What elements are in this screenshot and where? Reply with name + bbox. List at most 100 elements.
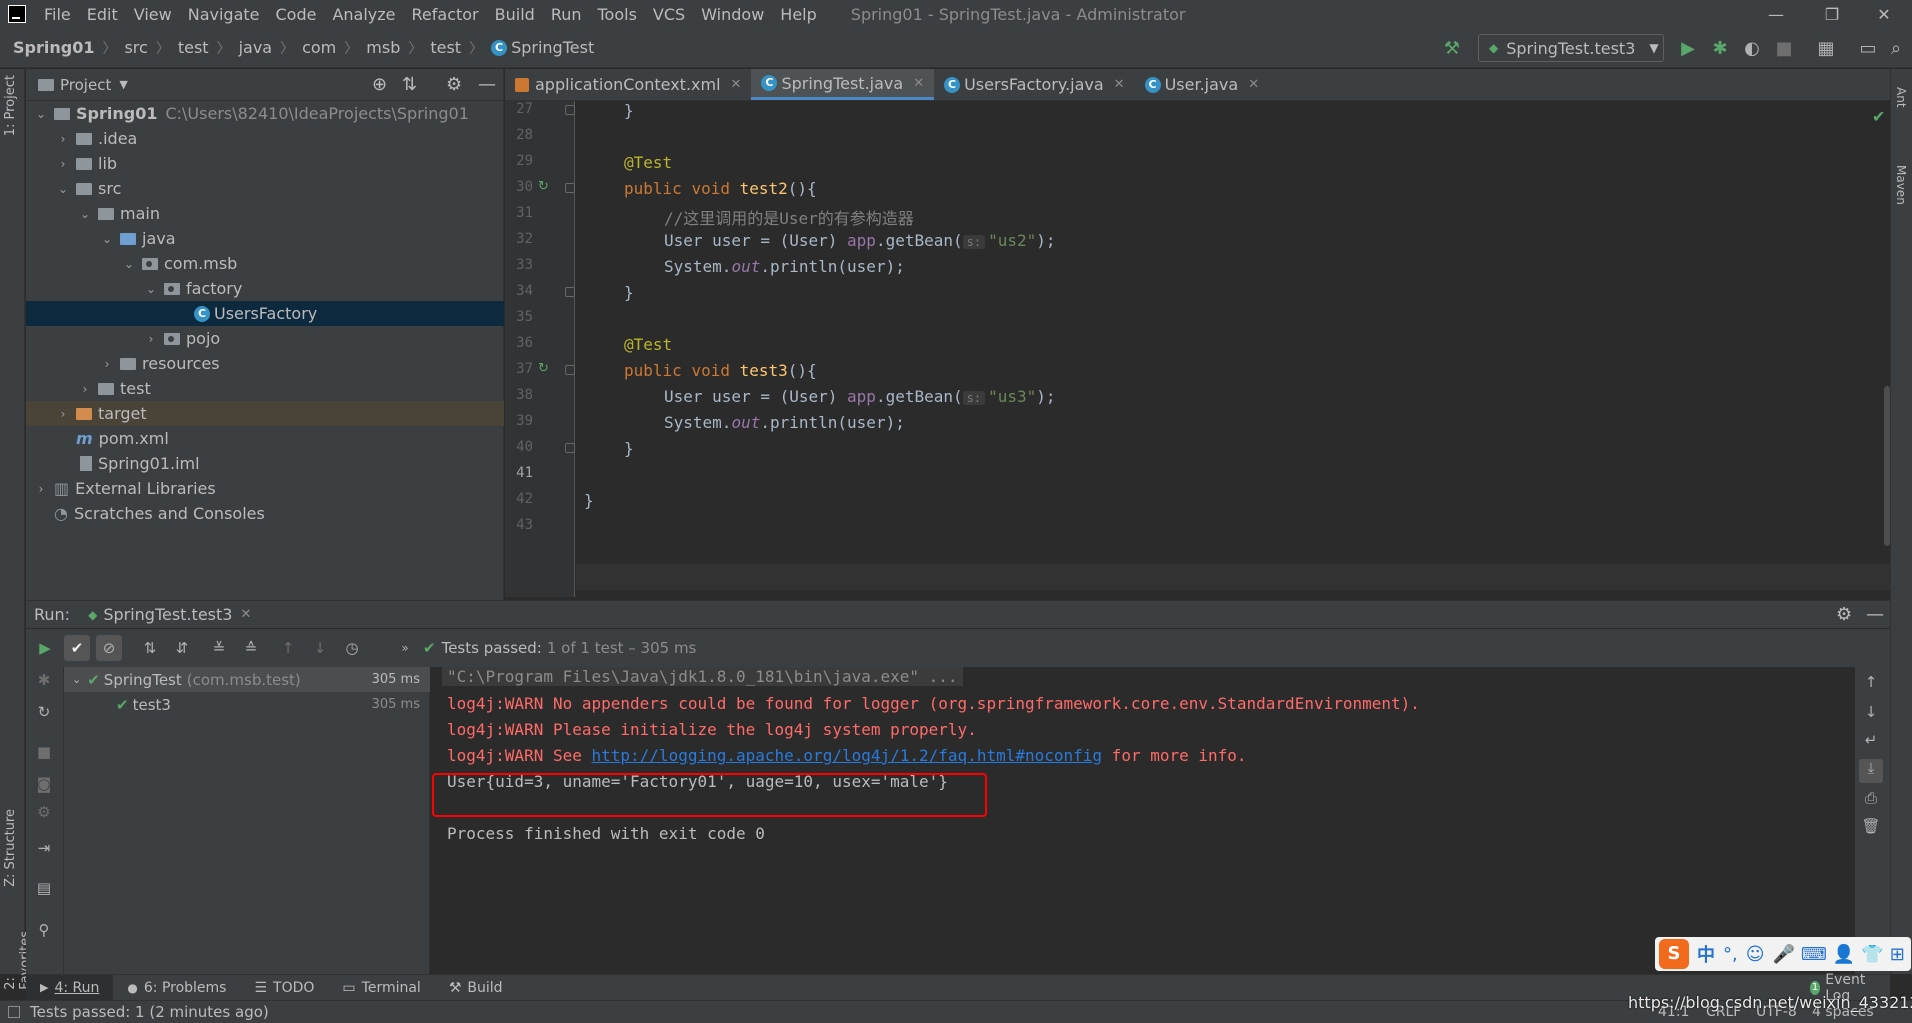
menu-analyze[interactable]: Analyze [324, 5, 403, 24]
tree-item-com-msb[interactable]: ⌄ com.msb [26, 251, 504, 276]
run-test-gutter-icon[interactable]: ↻ [538, 361, 549, 376]
run-icon[interactable]: ▶ [1676, 36, 1700, 60]
tree-item-src[interactable]: ⌄ src [26, 176, 504, 201]
breadcrumb-test-pkg[interactable]: test [430, 38, 461, 57]
menu-view[interactable]: View [126, 5, 180, 24]
more-icon[interactable]: » [392, 635, 418, 661]
tab-run[interactable]: ▶ 4: Run [26, 974, 114, 1001]
tree-item-usersfactory[interactable]: C UsersFactory [26, 301, 504, 326]
layout-toggle-icon[interactable] [8, 1006, 20, 1018]
camera-icon[interactable]: ◙ [32, 775, 56, 799]
run-test-gutter-icon[interactable]: ↻ [538, 179, 549, 194]
scroll-to-end-icon[interactable]: ⤓ [1859, 759, 1883, 783]
close-icon[interactable]: ✕ [1856, 0, 1912, 28]
tab-application-context[interactable]: applicationContext.xml ✕ [505, 69, 751, 100]
tree-item-lib[interactable]: › lib [26, 151, 504, 176]
keyboard-icon[interactable]: ⌨ [1801, 944, 1827, 965]
editor-scrollbar[interactable] [1884, 386, 1890, 546]
no-problems-check-icon[interactable]: ✔ [1872, 107, 1885, 126]
tab-springtest[interactable]: C SpringTest.java ✕ [751, 69, 935, 100]
console-output[interactable]: "C:\Program Files\Java\jdk1.8.0_181\bin\… [430, 667, 1855, 974]
expand-all-icon[interactable]: ≚ [206, 635, 232, 661]
tree-item-resources[interactable]: › resources [26, 351, 504, 376]
menu-help[interactable]: Help [772, 5, 824, 24]
locate-icon[interactable]: ⊕ [372, 74, 387, 95]
menu-vcs[interactable]: VCS [645, 5, 693, 24]
breadcrumb-src[interactable]: src [124, 38, 147, 57]
sort-alpha-icon[interactable]: ⇅ [137, 635, 163, 661]
tree-item-root[interactable]: ⌄ Spring01 C:\Users\82410\IdeaProjects\S… [26, 101, 504, 126]
breadcrumb-java[interactable]: java [239, 38, 273, 57]
fold-icon[interactable] [565, 183, 575, 193]
ant-tool-tab[interactable]: Ant [1894, 87, 1908, 108]
project-panel-title[interactable]: Project [60, 76, 111, 94]
tree-item-pojo[interactable]: › pojo [26, 326, 504, 351]
close-tab-icon[interactable]: ✕ [240, 607, 251, 622]
terminal-window-icon[interactable]: ▭ [1856, 36, 1880, 60]
search-icon[interactable]: ⌕ [1884, 36, 1908, 60]
tab-build[interactable]: ⚒ Build [435, 975, 517, 1001]
rerun-icon[interactable]: ▶ [32, 635, 58, 661]
hide-icon[interactable]: — [478, 74, 496, 95]
next-failed-icon[interactable]: ↓ [307, 635, 333, 661]
close-tab-icon[interactable]: ✕ [1248, 77, 1259, 92]
collapse-all-icon[interactable]: ⇅ [402, 74, 417, 95]
tree-item-target[interactable]: › target [26, 401, 504, 426]
tab-todo[interactable]: ☰ TODO [240, 975, 328, 1001]
hide-icon[interactable]: — [1866, 604, 1884, 625]
print-icon[interactable]: ⎙ [1859, 789, 1883, 813]
tree-item-external-libraries[interactable]: › ▥ External Libraries [26, 476, 504, 501]
maven-tool-tab[interactable]: Maven [1894, 165, 1908, 205]
tree-item-pom[interactable]: m pom.xml [26, 426, 504, 451]
tab-usersfactory[interactable]: C UsersFactory.java ✕ [934, 69, 1134, 100]
emoji-icon[interactable]: ☺ [1746, 944, 1765, 965]
stop-icon[interactable]: ■ [32, 743, 56, 767]
close-tab-icon[interactable]: ✕ [731, 77, 742, 92]
code-editor[interactable]: } @Test public void test2(){ //这里调用的是Use… [576, 101, 1890, 597]
chevron-down-icon[interactable]: ▼ [119, 78, 127, 91]
collapse-all-icon[interactable]: ≙ [238, 635, 264, 661]
tree-item-main[interactable]: ⌄ main [26, 201, 504, 226]
user-icon[interactable]: 👤 [1833, 944, 1855, 965]
settings-icon[interactable]: ⚙ [32, 803, 56, 827]
breadcrumb-test[interactable]: test [178, 38, 209, 57]
tree-item-java[interactable]: ⌄ java [26, 226, 504, 251]
scroll-down-icon[interactable]: ↓ [1859, 703, 1883, 727]
microphone-icon[interactable]: 🎤 [1773, 944, 1795, 965]
debug-icon[interactable]: ✱ [32, 671, 56, 695]
tree-item-test[interactable]: › test [26, 376, 504, 401]
fold-icon[interactable] [565, 365, 575, 375]
fold-icon[interactable] [565, 443, 575, 453]
pin-icon[interactable]: ⚲ [32, 921, 56, 945]
close-tab-icon[interactable]: ✕ [913, 76, 924, 91]
structure-tool-tab[interactable]: Z: Structure [3, 809, 18, 887]
run-tab-label[interactable]: SpringTest.test3 [103, 605, 232, 624]
restore-icon[interactable]: ❐ [1804, 0, 1860, 28]
ime-mode-label[interactable]: 中 [1697, 941, 1715, 967]
fold-icon[interactable] [565, 287, 575, 297]
test-history-icon[interactable]: ◷ [339, 635, 365, 661]
menu-refactor[interactable]: Refactor [404, 5, 487, 24]
close-tab-icon[interactable]: ✕ [1114, 77, 1125, 92]
test-suite-row[interactable]: ⌄ ✔ SpringTest (com.msb.test) 305 ms [64, 667, 430, 692]
menu-run[interactable]: Run [543, 5, 590, 24]
sogou-logo-icon[interactable]: S [1659, 939, 1689, 969]
tree-item-iml[interactable]: Spring01.iml [26, 451, 504, 476]
rerun-failed-icon[interactable]: ↻ [32, 703, 56, 727]
tab-problems[interactable]: ● 6: Problems [113, 975, 240, 1001]
fold-icon[interactable] [565, 105, 575, 115]
trash-icon[interactable]: 🗑 [1859, 817, 1883, 841]
console-link[interactable]: http://logging.apache.org/log4j/1.2/faq.… [592, 746, 1103, 765]
tree-item-scratches[interactable]: ◔ Scratches and Consoles [26, 501, 504, 526]
skin-icon[interactable]: 👕 [1861, 944, 1883, 965]
run-config-select[interactable]: ◆ SpringTest.test3 ▼ [1478, 34, 1664, 62]
breadcrumb-project[interactable]: Spring01 [13, 38, 94, 57]
soft-wrap-icon[interactable]: ↵ [1859, 731, 1883, 755]
scroll-up-icon[interactable]: ↑ [1859, 673, 1883, 697]
coverage-icon[interactable]: ◐ [1740, 36, 1764, 60]
debug-icon[interactable]: ✱ [1708, 36, 1732, 60]
tab-terminal[interactable]: ▭ Terminal [328, 975, 434, 1001]
project-tool-tab[interactable]: 1: Project [3, 75, 18, 136]
show-passed-icon[interactable]: ✔ [64, 635, 90, 661]
grid-icon[interactable]: ⊞ [1890, 944, 1905, 965]
